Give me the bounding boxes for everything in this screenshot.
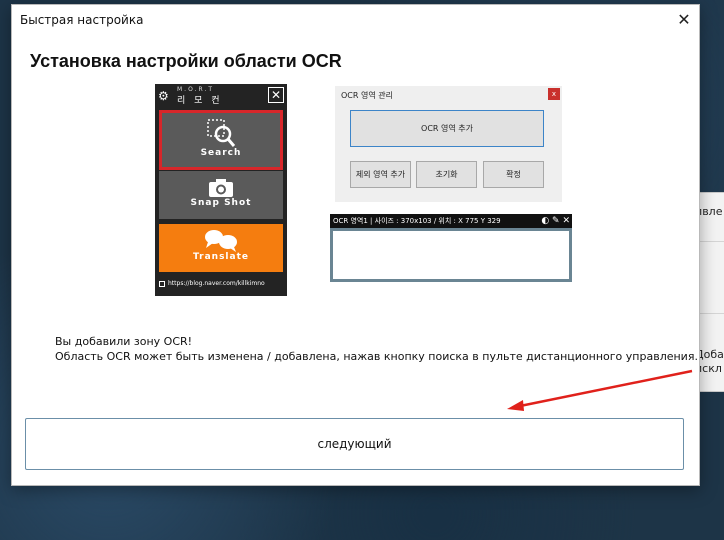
remote-snapshot-label: Snap Shot xyxy=(190,198,252,208)
remote-url-text: https://blog.naver.com/killkimno xyxy=(168,280,265,287)
ocr-confirm-button: 확정 xyxy=(483,161,544,188)
dialog-titlebar: Быстрая настройка ✕ xyxy=(12,5,699,35)
ocr-area-frame xyxy=(330,228,572,282)
ocr-reset-button: 초기화 xyxy=(416,161,477,188)
remote-search-label: Search xyxy=(200,148,242,158)
remote-close-icon: ✕ xyxy=(268,87,284,103)
remote-translate-button: Translate xyxy=(159,224,283,272)
ocr-manager-close-icon: x xyxy=(548,88,560,100)
camera-icon xyxy=(209,179,233,197)
quick-setup-dialog: Быстрая настройка ✕ Установка настройки … xyxy=(11,4,700,486)
remote-logo-top: M.O.R.T xyxy=(177,86,214,93)
message-line-2: Область OCR может быть изменена / добавл… xyxy=(55,350,698,363)
remote-snapshot-button: Snap Shot xyxy=(159,171,283,219)
ocr-manager-title: OCR 영역 관리 xyxy=(341,91,393,100)
ocr-area-image: OCR 영역1 | 사이즈 : 370x103 / 위치 : X 775 Y 3… xyxy=(330,214,572,282)
search-icon xyxy=(207,119,236,147)
remote-header: ⚙ M.O.R.T 리 모 컨 ✕ xyxy=(155,84,287,106)
translate-icon xyxy=(205,230,237,252)
message-line-1: Вы добавили зону OCR! xyxy=(55,335,193,348)
instruction-message: Вы добавили зону OCR! Область OCR может … xyxy=(55,334,698,364)
ocr-area-tools-icon: ◐ ✎ ✕ xyxy=(541,215,570,227)
ocr-area-titlebar: OCR 영역1 | 사이즈 : 370x103 / 위치 : X 775 Y 3… xyxy=(330,214,572,228)
ocr-manager-image: OCR 영역 관리 x OCR 영역 추가 제외 영역 추가 초기화 확정 xyxy=(335,86,562,202)
remote-translate-label: Translate xyxy=(193,252,249,262)
dialog-title: Быстрая настройка xyxy=(20,13,144,27)
remote-search-button: Search xyxy=(159,110,283,170)
page-title: Установка настройки области OCR xyxy=(30,51,342,71)
ocr-exclude-area-button: 제외 영역 추가 xyxy=(350,161,411,188)
remote-control-image: ⚙ M.O.R.T 리 모 컨 ✕ Search Snap Shot Trans… xyxy=(155,84,287,296)
ocr-add-area-button: OCR 영역 추가 xyxy=(350,110,544,147)
remote-logo-name: 리 모 컨 xyxy=(177,96,223,106)
checkbox-icon xyxy=(159,280,165,287)
gear-icon: ⚙ xyxy=(158,89,169,103)
next-button[interactable]: следующий xyxy=(25,418,684,470)
remote-url: https://blog.naver.com/killkimno xyxy=(159,280,265,287)
close-icon[interactable]: ✕ xyxy=(669,5,699,33)
